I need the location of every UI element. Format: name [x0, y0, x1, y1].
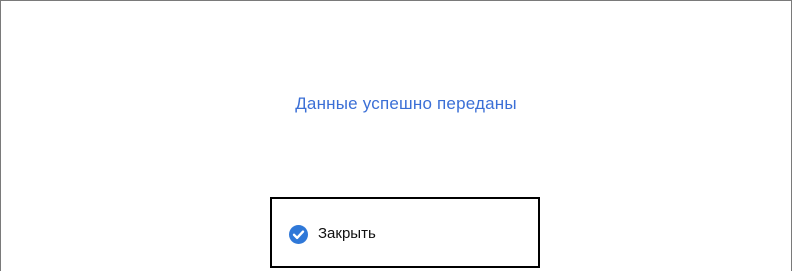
checkmark-circle-icon	[288, 224, 309, 245]
success-dialog: Данные успешно переданы Закрыть	[0, 0, 792, 271]
success-message: Данные успешно переданы	[295, 94, 517, 113]
window-left-edge	[0, 0, 1, 271]
close-button[interactable]: Закрыть	[270, 197, 540, 268]
window-top-edge	[0, 0, 792, 1]
close-button-label: Закрыть	[318, 225, 376, 242]
